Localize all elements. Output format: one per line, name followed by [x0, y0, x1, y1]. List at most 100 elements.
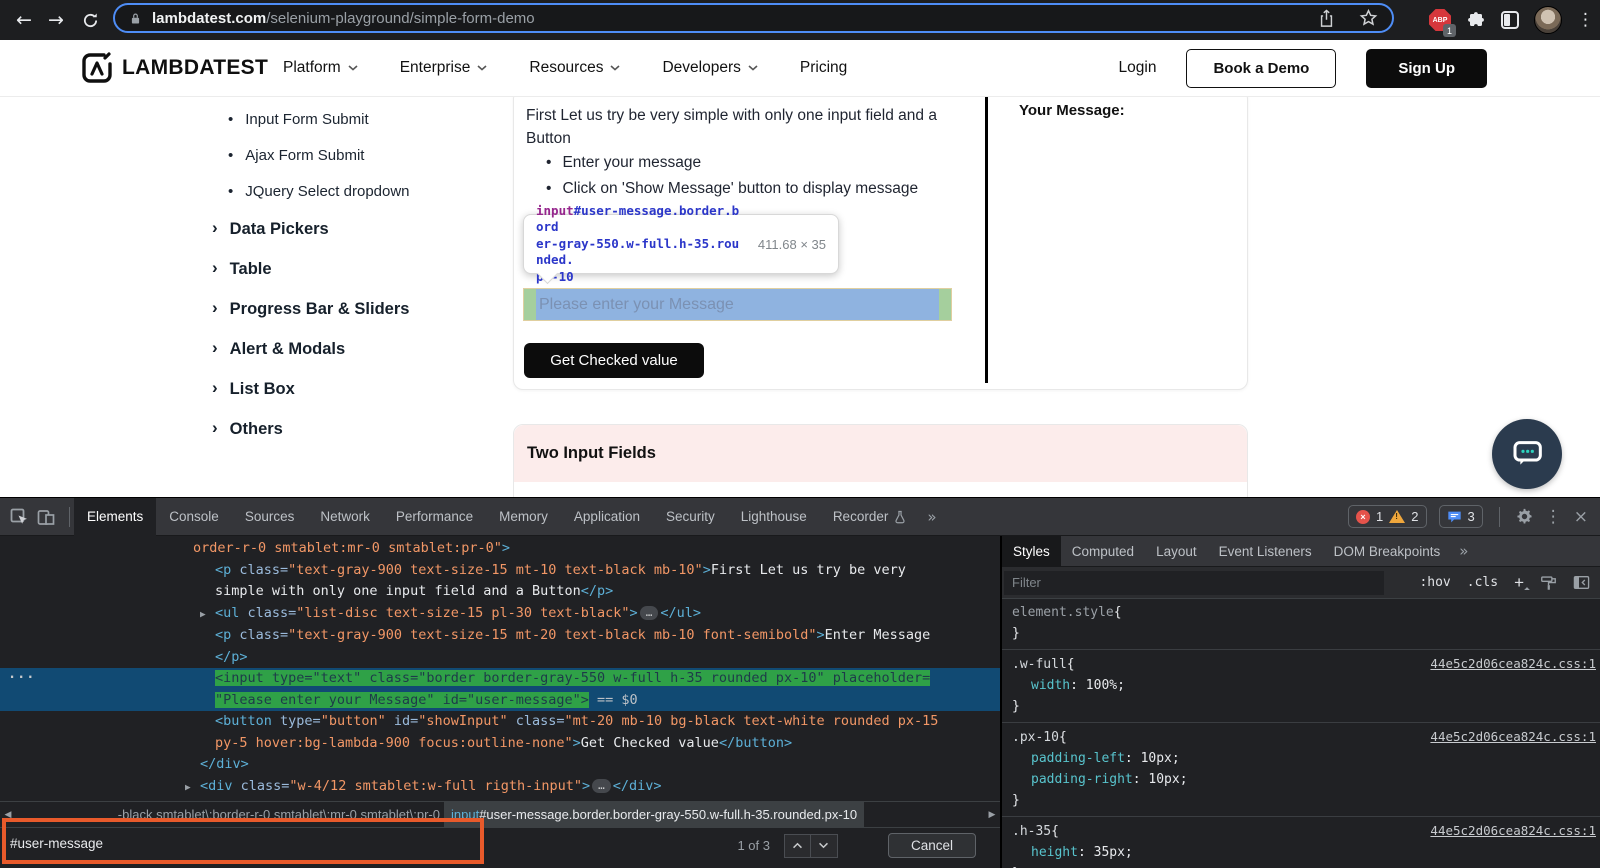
dom-tree-line[interactable]: ... <input type="text" class="border bord… [0, 666, 1000, 690]
get-checked-value-button[interactable]: Get Checked value [524, 343, 704, 378]
search-next-button[interactable] [810, 833, 838, 858]
sidebar-section[interactable]: › Alert & Modals [212, 329, 409, 369]
dom-tree-line[interactable]: order-r-0 smtablet:mr-0 smtablet:pr-0"> [0, 538, 1000, 560]
new-style-rule-button[interactable]: + [1514, 573, 1524, 593]
collapsed-children-icon[interactable]: … [639, 605, 659, 620]
dom-tree-line[interactable]: </p> [0, 647, 1000, 669]
breadcrumb-parent[interactable]: -black smtablet\:border-r-0 smtablet\:mr… [16, 802, 444, 827]
settings-gear-icon[interactable] [1516, 508, 1533, 525]
forward-button[interactable]: → [42, 0, 70, 40]
two-input-fields-card: Two Input Fields [513, 424, 1248, 497]
devtools-tab-network[interactable]: Network [307, 498, 383, 536]
url-bar[interactable]: lambdatest.com/selenium-playground/simpl… [113, 3, 1394, 33]
style-rule[interactable]: .px-10 {44e5c2d06cea824c.css:1 padding-le… [1002, 722, 1600, 816]
styles-tab-dom-breakpoints[interactable]: DOM Breakpoints [1323, 536, 1452, 567]
styles-tab-layout[interactable]: Layout [1145, 536, 1208, 567]
errors-warnings-badge[interactable]: × 1 2 [1348, 505, 1427, 528]
breadcrumb-scroll-left-icon[interactable]: ◀ [0, 810, 16, 820]
issues-badge[interactable]: 3 [1438, 505, 1483, 528]
styles-tab-event-listeners[interactable]: Event Listeners [1208, 536, 1323, 567]
rendering-emulation-icon[interactable] [1540, 575, 1557, 591]
bookmark-star-icon[interactable] [1359, 9, 1378, 27]
reload-button[interactable] [76, 0, 104, 40]
nav-item-developers[interactable]: Developers [662, 59, 758, 77]
css-property[interactable]: padding-right: 10px; [1012, 769, 1596, 790]
search-cancel-button[interactable]: Cancel [887, 833, 976, 858]
devtools-tab-elements[interactable]: Elements [74, 497, 157, 536]
expand-arrow-icon[interactable]: ▶ [185, 777, 200, 799]
line-options-dots[interactable]: ... [8, 664, 35, 686]
stylesheet-source-link[interactable]: 44e5c2d06cea824c.css:1 [1430, 653, 1596, 674]
devtools-menu-icon[interactable]: ⋮ [1545, 507, 1562, 527]
dom-tree-line[interactable]: <button type="button" id="showInput" cla… [0, 711, 1000, 733]
nav-item-platform[interactable]: Platform [283, 59, 358, 77]
extensions-puzzle-icon[interactable] [1466, 10, 1486, 30]
dom-search-input[interactable]: #user-message [10, 836, 103, 851]
browser-menu-icon[interactable]: ⋮ [1577, 10, 1594, 30]
search-previous-button[interactable] [783, 833, 811, 858]
chat-widget-button[interactable] [1492, 419, 1562, 489]
style-rule[interactable]: .h-35 {44e5c2d06cea824c.css:1 height: 35p… [1002, 816, 1600, 868]
sidebar-toggle-icon[interactable] [1573, 575, 1590, 590]
lambdatest-logo-icon [82, 52, 112, 83]
dom-tree-line[interactable]: ▶ <ul class="list-disc text-size-15 pl-30… [0, 603, 1000, 626]
sidebar-item[interactable]: • Input Form Submit [228, 101, 410, 137]
devtools-tab-performance[interactable]: Performance [383, 498, 486, 536]
styles-filter-input[interactable]: Filter [1004, 570, 1384, 595]
dom-tree-line[interactable]: simple with only one input field and a B… [0, 581, 1000, 603]
profile-avatar[interactable] [1534, 6, 1562, 34]
devtools-tab-lighthouse[interactable]: Lighthouse [728, 498, 820, 536]
expand-arrow-icon[interactable]: ▶ [200, 604, 215, 626]
inspect-element-icon[interactable] [9, 507, 29, 527]
back-button[interactable]: ← [10, 0, 38, 40]
devtools-tab-sources[interactable]: Sources [232, 498, 308, 536]
dom-tree-line[interactable]: ▶ <div class="w-4/12 smtablet:w-full rigt… [0, 776, 1000, 799]
stylesheet-source-link[interactable]: 44e5c2d06cea824c.css:1 [1430, 726, 1596, 747]
dom-tree-line[interactable]: <p class="text-gray-900 text-size-15 mt-… [0, 625, 1000, 647]
sidebar-item[interactable]: • Ajax Form Submit [228, 137, 410, 173]
toggle-class-button[interactable]: .cls [1467, 575, 1498, 590]
tab-groups-icon[interactable] [1501, 11, 1519, 29]
nav-item-resources[interactable]: Resources [529, 59, 621, 77]
nav-item-pricing[interactable]: Pricing [800, 59, 847, 77]
dom-tree-line[interactable]: </div> [0, 754, 1000, 776]
login-link[interactable]: Login [1119, 59, 1157, 77]
sidebar-section[interactable]: › List Box [212, 369, 409, 409]
sidebar-section[interactable]: › Table [212, 249, 409, 289]
styles-more-tabs-icon[interactable]: » [1451, 542, 1476, 560]
signup-button[interactable]: Sign Up [1366, 48, 1487, 88]
devtools-tab-application[interactable]: Application [561, 498, 653, 536]
sidebar-section[interactable]: › Data Pickers [212, 209, 409, 249]
sidebar-item[interactable]: • JQuery Select dropdown [228, 173, 410, 209]
styles-tab-styles[interactable]: Styles [1002, 535, 1061, 567]
css-property[interactable]: padding-left: 10px; [1012, 748, 1596, 769]
toggle-hover-state-button[interactable]: :hov [1419, 575, 1450, 590]
device-toolbar-icon[interactable] [36, 507, 56, 527]
styles-tab-computed[interactable]: Computed [1061, 536, 1145, 567]
sidebar-section[interactable]: › Others [212, 409, 409, 449]
devtools-tab-console[interactable]: Console [156, 498, 232, 536]
message-input-highlighted[interactable]: Please enter your Message [523, 288, 952, 321]
css-property[interactable]: width: 100%; [1012, 675, 1596, 696]
dom-tree-line[interactable]: py-5 hover:bg-lambda-900 focus:outline-n… [0, 733, 1000, 755]
dom-tree-line[interactable]: <p class="text-gray-900 text-size-15 mt-… [0, 560, 1000, 582]
devtools-tab-security[interactable]: Security [653, 498, 728, 536]
devtools-tab-memory[interactable]: Memory [486, 498, 561, 536]
style-rule[interactable]: .w-full {44e5c2d06cea824c.css:1 width: 10… [1002, 649, 1600, 722]
lambdatest-logo[interactable]: LAMBDATEST [80, 51, 268, 85]
sidebar-section[interactable]: › Progress Bar & Sliders [212, 289, 409, 329]
more-tabs-icon[interactable]: » [919, 508, 944, 526]
adblock-extension-icon[interactable]: ABP 1 [1429, 9, 1456, 37]
nav-item-enterprise[interactable]: Enterprise [400, 59, 488, 77]
breadcrumb-selected[interactable]: input#user-message.border.border-gray-55… [444, 802, 865, 827]
book-demo-button[interactable]: Book a Demo [1186, 48, 1337, 88]
devtools-tab-recorder[interactable]: Recorder [820, 498, 920, 536]
collapsed-children-icon[interactable]: … [592, 778, 611, 793]
dom-tree-line[interactable]: "Please enter your Message" id="user-mes… [0, 689, 1000, 711]
share-icon[interactable] [1318, 8, 1335, 28]
devtools-close-icon[interactable]: × [1574, 507, 1588, 527]
stylesheet-source-link[interactable]: 44e5c2d06cea824c.css:1 [1430, 820, 1596, 841]
breadcrumb-scroll-right-icon[interactable]: ▶ [984, 810, 1000, 820]
css-property[interactable]: height: 35px; [1012, 842, 1596, 863]
style-rule[interactable]: element.style {} [1002, 599, 1600, 649]
